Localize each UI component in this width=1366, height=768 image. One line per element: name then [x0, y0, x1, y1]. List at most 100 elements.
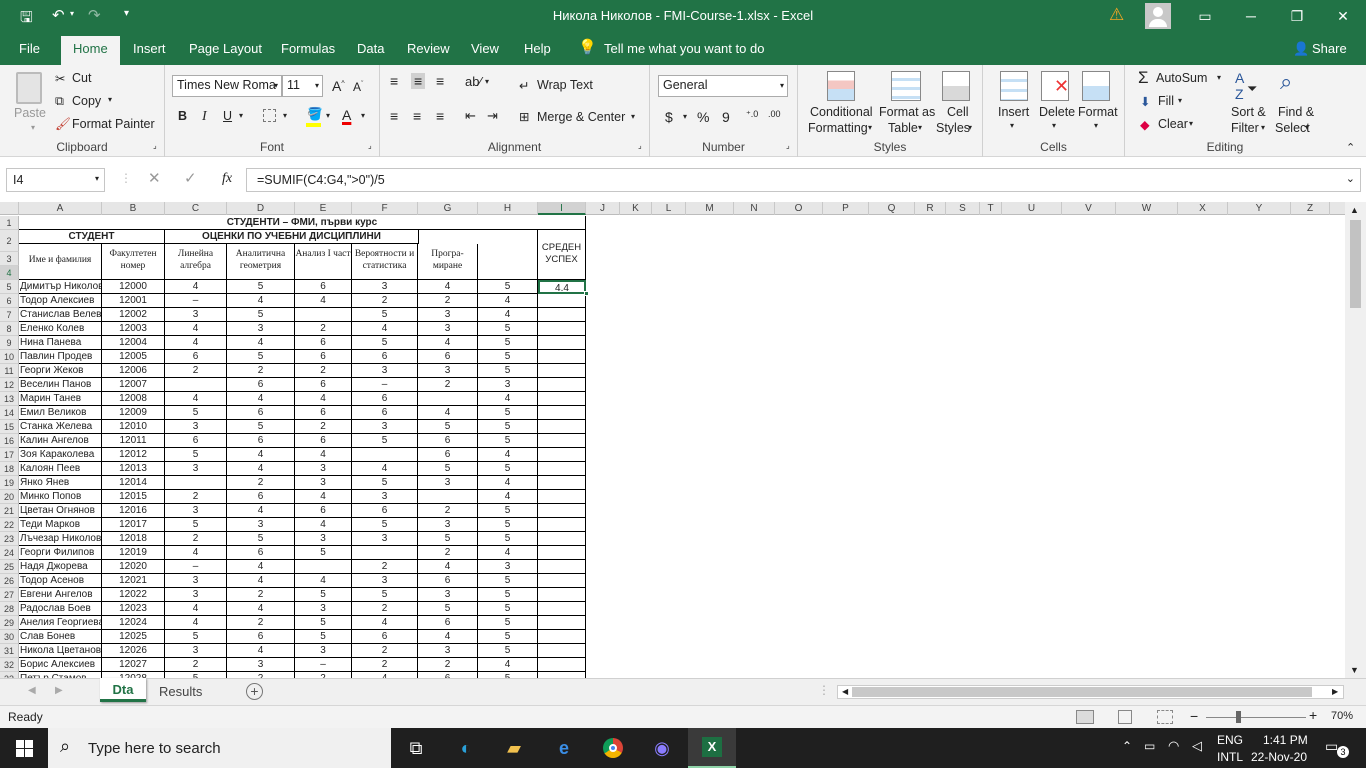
- student-name-cell[interactable]: Евгени Ангелов: [19, 588, 102, 602]
- grade-cell[interactable]: 6: [295, 336, 352, 350]
- grade-cell[interactable]: 4: [227, 448, 295, 462]
- grade-cell[interactable]: 5: [478, 574, 538, 588]
- grade-cell[interactable]: 4: [478, 490, 538, 504]
- grade-cell[interactable]: 5: [352, 434, 418, 448]
- excel-taskbar-icon[interactable]: X: [688, 728, 736, 768]
- grade-cell[interactable]: 6: [165, 434, 227, 448]
- row-header-29[interactable]: 29: [0, 616, 19, 630]
- grade-cell[interactable]: 5: [295, 630, 352, 644]
- grade-cell[interactable]: –: [165, 294, 227, 308]
- format-as-table-icon[interactable]: [891, 71, 921, 101]
- grade-cell[interactable]: 4: [227, 336, 295, 350]
- file-explorer-icon[interactable]: ▰: [490, 728, 538, 768]
- grade-cell[interactable]: 3: [165, 504, 227, 518]
- column-header-e[interactable]: E: [295, 202, 352, 215]
- underline-dropdown-icon[interactable]: ▾: [239, 111, 243, 120]
- share-icon[interactable]: 👤: [1293, 41, 1309, 57]
- grade-cell[interactable]: 5: [478, 420, 538, 434]
- paste-button[interactable]: Paste: [14, 106, 46, 120]
- grade-cell[interactable]: [418, 490, 478, 504]
- grade-cell[interactable]: 2: [352, 644, 418, 658]
- grade-cell[interactable]: 6: [227, 490, 295, 504]
- row-header-26[interactable]: 26: [0, 574, 19, 588]
- sort-filter-dropdown-icon[interactable]: ▾: [1261, 123, 1265, 132]
- grade-cell[interactable]: 3: [418, 308, 478, 322]
- faculty-number-cell[interactable]: 12015: [102, 490, 165, 504]
- show-hidden-icons[interactable]: ⌃: [1122, 739, 1132, 753]
- grade-cell[interactable]: 6: [418, 616, 478, 630]
- filter-funnel-icon[interactable]: ⏷: [1247, 81, 1257, 97]
- grade-cell[interactable]: [352, 546, 418, 560]
- row-header-30[interactable]: 30: [0, 630, 19, 644]
- format-table-dropdown-icon[interactable]: ▾: [918, 123, 922, 132]
- scroll-right-icon[interactable]: ▶: [1332, 687, 1338, 696]
- grade-cell[interactable]: 2: [165, 490, 227, 504]
- autosum-icon[interactable]: Σ: [1138, 68, 1149, 88]
- student-name-cell[interactable]: Калин Ангелов: [19, 434, 102, 448]
- font-name-box[interactable]: Times New Roma ▾: [172, 75, 282, 97]
- wifi-icon[interactable]: ◠: [1168, 738, 1179, 754]
- grade-cell[interactable]: 3: [478, 378, 538, 392]
- grade-cell[interactable]: 6: [418, 574, 478, 588]
- column-header-t[interactable]: T: [980, 202, 1002, 215]
- grade-cell[interactable]: 5: [478, 532, 538, 546]
- grade-cell[interactable]: 6: [227, 406, 295, 420]
- grade-cell[interactable]: 5: [478, 406, 538, 420]
- grade-cell[interactable]: 5: [352, 476, 418, 490]
- grade-cell[interactable]: 4: [418, 630, 478, 644]
- decrease-indent-icon[interactable]: ⇤: [465, 108, 476, 124]
- column-header-h[interactable]: H: [478, 202, 538, 215]
- insert-cells-icon[interactable]: [1000, 71, 1028, 101]
- grade-cell[interactable]: 5: [295, 546, 352, 560]
- grade-cell[interactable]: [418, 392, 478, 406]
- grade-cell[interactable]: 2: [418, 546, 478, 560]
- average-cell[interactable]: [538, 588, 586, 602]
- student-name-cell[interactable]: Нина Панева: [19, 336, 102, 350]
- grade-cell[interactable]: [165, 476, 227, 490]
- scroll-left-icon[interactable]: ◀: [842, 687, 848, 696]
- conditional-formatting-icon[interactable]: [827, 71, 855, 101]
- clipboard-launcher-icon[interactable]: ⌟: [153, 141, 157, 150]
- select-all-corner[interactable]: [0, 202, 19, 215]
- grade-cell[interactable]: 4: [165, 546, 227, 560]
- row-header-24[interactable]: 24: [0, 546, 19, 560]
- grade-cell[interactable]: 5: [352, 588, 418, 602]
- increase-decimal-icon[interactable]: ⁺.0: [746, 109, 758, 120]
- tab-data[interactable]: Data: [357, 41, 384, 56]
- row-header-17[interactable]: 17: [0, 448, 19, 462]
- delete-cells-icon[interactable]: ✕: [1041, 71, 1069, 101]
- borders-icon[interactable]: [263, 109, 276, 122]
- student-name-cell[interactable]: Георги Филипов: [19, 546, 102, 560]
- grade-cell[interactable]: 5: [352, 336, 418, 350]
- grade-cell[interactable]: 4: [295, 518, 352, 532]
- row-header-5[interactable]: 5: [0, 280, 19, 294]
- language-2[interactable]: INTL: [1217, 750, 1243, 764]
- currency-icon[interactable]: $: [665, 109, 673, 125]
- average-cell[interactable]: [538, 644, 586, 658]
- grade-cell[interactable]: 4: [165, 602, 227, 616]
- column-header-i[interactable]: I: [538, 202, 586, 215]
- grade-cell[interactable]: 5: [478, 336, 538, 350]
- underline-button[interactable]: U: [223, 109, 232, 123]
- warning-icon[interactable]: ⚠: [1109, 5, 1124, 25]
- average-cell[interactable]: [538, 546, 586, 560]
- grade-cell[interactable]: 5: [418, 602, 478, 616]
- grade-cell[interactable]: 3: [352, 532, 418, 546]
- student-name-cell[interactable]: Станка Желева: [19, 420, 102, 434]
- tab-home[interactable]: Home: [61, 36, 120, 65]
- paste-dropdown-icon[interactable]: ▾: [31, 123, 35, 132]
- grade-cell[interactable]: 3: [478, 560, 538, 574]
- grade-cell[interactable]: 2: [352, 294, 418, 308]
- zoom-out-icon[interactable]: −: [1190, 708, 1198, 724]
- faculty-number-cell[interactable]: 12019: [102, 546, 165, 560]
- restore-button[interactable]: ❐: [1274, 0, 1320, 32]
- align-right-icon[interactable]: ≡: [436, 108, 444, 124]
- grade-cell[interactable]: 4: [227, 574, 295, 588]
- grade-cell[interactable]: 5: [352, 308, 418, 322]
- grade-cell[interactable]: 2: [352, 658, 418, 672]
- row-header-12[interactable]: 12: [0, 378, 19, 392]
- grade-cell[interactable]: –: [295, 658, 352, 672]
- grade-cell[interactable]: 3: [165, 308, 227, 322]
- cut-button[interactable]: Cut: [72, 71, 91, 85]
- grade-cell[interactable]: 4: [418, 280, 478, 294]
